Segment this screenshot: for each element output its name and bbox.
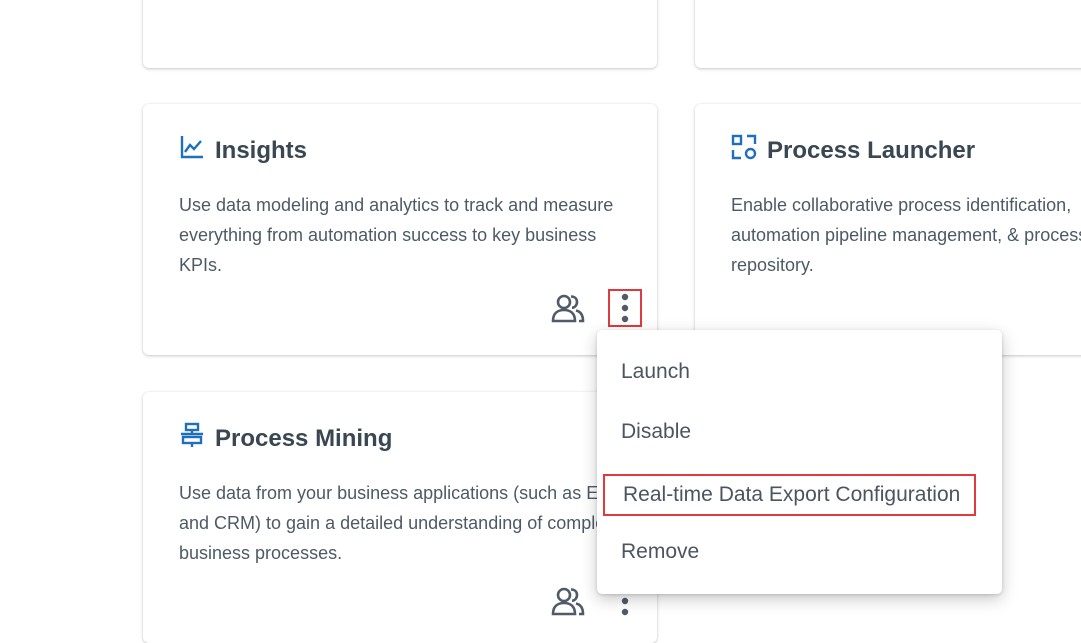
process-mining-title: Process Mining bbox=[215, 424, 393, 452]
process-launcher-title: Process Launcher bbox=[767, 136, 976, 164]
process-mining-icon bbox=[179, 422, 205, 455]
insights-title: Insights bbox=[215, 136, 308, 164]
users-icon[interactable] bbox=[550, 292, 586, 324]
menu-item-realtime-data-export[interactable]: Real-time Data Export Configuration bbox=[603, 474, 977, 516]
card-top-left bbox=[143, 0, 657, 68]
process-launcher-description: Enable collaborative process identificat… bbox=[731, 195, 1081, 275]
menu-item-disable[interactable]: Disable bbox=[621, 412, 691, 452]
insights-title-row: Insights bbox=[179, 134, 307, 167]
context-menu: Launch Disable Real-time Data Export Con… bbox=[597, 330, 1002, 594]
menu-item-remove[interactable]: Remove bbox=[621, 532, 699, 572]
insights-description: Use data modeling and analytics to track… bbox=[179, 195, 614, 275]
more-options-button[interactable] bbox=[608, 289, 642, 327]
process-launcher-card[interactable]: Process Launcher Enable collaborative pr… bbox=[695, 104, 1081, 355]
process-mining-description: Use data from your business applications… bbox=[179, 483, 623, 563]
process-mining-card[interactable]: Process Mining Use data from your busine… bbox=[143, 392, 657, 643]
line-chart-icon bbox=[179, 134, 205, 167]
process-mining-title-row: Process Mining bbox=[179, 422, 392, 455]
users-icon[interactable] bbox=[550, 585, 586, 617]
process-launcher-title-row: Process Launcher bbox=[731, 134, 975, 167]
menu-item-launch[interactable]: Launch bbox=[621, 352, 690, 392]
card-top-right bbox=[695, 0, 1081, 68]
process-launcher-icon bbox=[731, 134, 757, 167]
insights-card[interactable]: Insights Use data modeling and analytics… bbox=[143, 104, 657, 355]
insights-actions bbox=[550, 289, 642, 327]
